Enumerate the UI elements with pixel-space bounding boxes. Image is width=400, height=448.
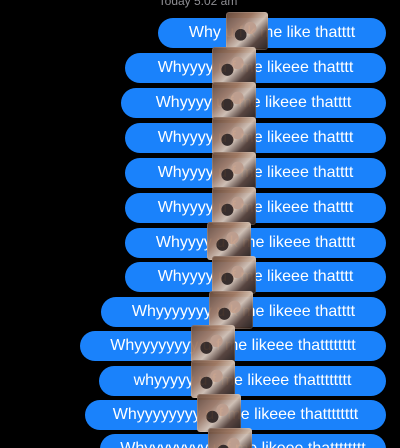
message-bubble[interactable]: whyyyyy u f me likeee thatttttttt — [99, 360, 386, 398]
message-text: Whyyyy u k me likeee thatttt — [155, 234, 356, 251]
photo-sticker — [197, 394, 241, 432]
timestamp-text: Today 5:02 am — [158, 0, 238, 8]
photo-sticker — [209, 291, 253, 329]
message-bubble[interactable]: Why u f k me like thatttt — [158, 12, 386, 50]
message-bubble[interactable]: Whyyyy u f me likeee thatttt — [125, 117, 386, 155]
photo-sticker — [191, 325, 235, 363]
message-bubble[interactable]: Whyyyy u k me likeee thatttt — [125, 222, 386, 260]
photo-sticker — [208, 428, 252, 448]
message-bubble[interactable]: Whyyyyyyyy u f me likeee thatttttttt — [80, 325, 386, 363]
message-thread: Today 5:02 am Why u f k me like thatttt … — [0, 0, 400, 448]
photo-sticker — [212, 187, 256, 225]
photo-sticker — [207, 222, 251, 260]
message-bubble[interactable]: Whyyyy u f me likeee thatttt — [125, 47, 386, 85]
photo-sticker — [191, 360, 235, 398]
photo-sticker — [212, 152, 256, 190]
photo-sticker — [212, 82, 256, 120]
photo-sticker — [226, 12, 268, 50]
message-bubble[interactable]: Whyyyy u f me likeee thatttt — [121, 82, 386, 120]
message-bubble[interactable]: Whyyyyyyyy u f me likeee thatttttttt — [100, 428, 386, 448]
message-bubble[interactable]: Whyyyyyyy u k me likeee thatttt — [101, 291, 386, 329]
message-text: whyyyyy u f me likeee thatttttttt — [133, 372, 352, 389]
photo-sticker — [212, 117, 256, 155]
message-bubble[interactable]: Whyyyy u f me likeee thatttt — [125, 152, 386, 190]
photo-sticker — [212, 47, 256, 85]
photo-sticker — [212, 256, 256, 294]
message-bubble[interactable]: Whyyyy u f me likeee thatttt — [125, 187, 386, 225]
timestamp: Today 5:02 am — [0, 0, 400, 8]
message-bubble[interactable]: Whyyyyyyyy u f me likeee thatttttttt — [85, 394, 386, 432]
message-bubble[interactable]: Whyyyy u f me likeee thatttt — [125, 256, 386, 294]
message-text: Why u f k me like thatttt — [188, 24, 356, 41]
